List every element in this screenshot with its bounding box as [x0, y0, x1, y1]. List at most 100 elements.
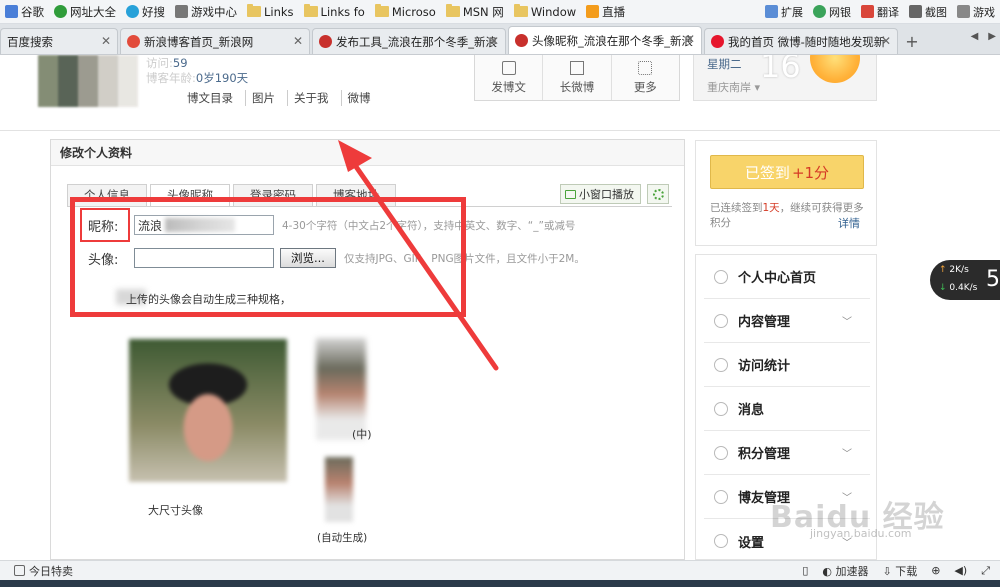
- extensions-button[interactable]: 扩展: [760, 2, 808, 22]
- side-item-stats[interactable]: 访问统计: [704, 343, 870, 387]
- header-tools: 发博文 长微博 更多: [474, 55, 680, 101]
- checkin-button[interactable]: 已签到 +1分: [710, 155, 864, 189]
- blog-age: 博客年龄:0岁190天: [146, 71, 249, 85]
- google-icon: [5, 5, 18, 18]
- bookmarks-bar: 谷歌 网址大全 好搜 游戏中心 Links Links fo Microso M…: [0, 0, 1000, 24]
- images-link[interactable]: 图片: [245, 90, 275, 106]
- cart-icon: [14, 565, 25, 576]
- bookmark-folder-windows[interactable]: Window: [509, 2, 581, 22]
- games-button[interactable]: 游戏: [952, 2, 1000, 22]
- screenshot-button[interactable]: 截图: [904, 2, 952, 22]
- blog-header: 访问:59 博客年龄:0岁190天 博文目录 图片 关于我 微博 发博文 长微博…: [0, 55, 1000, 131]
- checkin-detail-link[interactable]: 详情: [838, 215, 860, 231]
- speed-badge: 5: [986, 267, 1000, 292]
- bookmark-live[interactable]: 直播: [581, 2, 630, 22]
- user-icon: [714, 401, 728, 416]
- blurred-avatar: [38, 55, 138, 107]
- folder-icon: [445, 4, 460, 17]
- panel-title: 修改个人资料: [51, 140, 684, 166]
- checkin-card: 已签到 +1分 已连续签到1天，继续可获得更多积分 详情: [695, 140, 877, 246]
- network-speed-widget[interactable]: ↑ 2K/s ↓ 0.4K/s 5: [930, 260, 1000, 300]
- scissors-icon: [909, 5, 922, 18]
- about-me-link[interactable]: 关于我: [287, 90, 329, 106]
- phone-icon[interactable]: ▯: [802, 564, 808, 577]
- bookmark-folder-msn[interactable]: MSN 网: [441, 2, 509, 22]
- online-bank-button[interactable]: 网银: [808, 2, 856, 22]
- folder-icon: [247, 4, 261, 17]
- bookmark-haosou[interactable]: 好搜: [121, 2, 170, 22]
- tab-sina-blog-home[interactable]: 新浪博客首页_新浪网 ✕: [120, 28, 310, 54]
- tab-avatar-nickname[interactable]: 头像昵称_流浪在那个冬季_新浪 ✕: [508, 26, 702, 54]
- small-avatar-caption: (自动生成): [317, 532, 368, 544]
- status-bar: 今日特卖 ▯ ◐ 加速器 ⇩ 下载 ⊕ ◀) ⤢: [0, 560, 1000, 580]
- folder-icon: [374, 4, 389, 17]
- weibo-icon: [711, 35, 724, 48]
- large-avatar-caption: 大尺寸头像: [148, 504, 203, 517]
- blog-posts-link[interactable]: 博文目录: [187, 90, 233, 106]
- sina-icon: [515, 34, 528, 47]
- zoom-icon[interactable]: ⊕: [931, 564, 940, 577]
- bookmark-folder-links-for[interactable]: Links fo: [299, 2, 370, 22]
- folder-icon: [303, 4, 318, 17]
- mini-window-button[interactable]: 小窗口播放: [560, 184, 641, 204]
- watermark-url: jingyan.baidu.com: [810, 527, 912, 540]
- bookmark-folder-links[interactable]: Links: [242, 2, 299, 22]
- bookmark-url-directory[interactable]: 网址大全: [49, 2, 121, 22]
- close-icon[interactable]: ✕: [489, 34, 499, 48]
- city-selector[interactable]: 重庆南岸 ▾: [707, 79, 760, 95]
- speaker-icon[interactable]: ◀): [954, 564, 967, 577]
- close-icon[interactable]: ✕: [685, 32, 695, 46]
- document-icon: [569, 61, 584, 75]
- search-icon: [126, 5, 139, 18]
- globe-icon: [54, 5, 67, 18]
- chevron-down-icon: ﹀: [842, 317, 852, 328]
- taskbar: [0, 580, 1000, 587]
- download-speed: ↓ 0.4K/s: [939, 283, 978, 293]
- side-item-content[interactable]: 内容管理 ﹀: [704, 299, 870, 343]
- chevron-down-icon: ﹀: [842, 449, 852, 460]
- translate-icon: [861, 5, 874, 18]
- write-post-button[interactable]: 发博文: [475, 55, 542, 100]
- sina-icon: [127, 35, 140, 48]
- user-icon: [714, 489, 728, 504]
- translate-button[interactable]: 翻译: [856, 2, 904, 22]
- target-icon: [714, 445, 728, 460]
- tab-baidu-search[interactable]: 百度搜索 ✕: [0, 28, 118, 54]
- side-item-home[interactable]: 个人中心首页: [704, 255, 870, 299]
- grid-icon: [638, 61, 653, 75]
- sina-icon: [319, 35, 332, 48]
- tab-scroll-right-icon[interactable]: ▶: [988, 31, 996, 42]
- weekday: 星期二: [707, 57, 742, 71]
- daily-deals[interactable]: 今日特卖: [0, 563, 73, 579]
- side-item-points[interactable]: 积分管理 ﹀: [704, 431, 870, 475]
- gamepad-icon: [957, 5, 970, 18]
- side-item-messages[interactable]: 消息: [704, 387, 870, 431]
- medium-avatar-caption: (中): [352, 428, 372, 441]
- small-avatar-preview: [325, 457, 353, 522]
- download-button[interactable]: ⇩ 下载: [882, 563, 917, 579]
- bookmark-google[interactable]: 谷歌: [0, 2, 49, 22]
- tab-publish-tools[interactable]: 发布工具_流浪在那个冬季_新浪 ✕: [312, 28, 506, 54]
- close-icon[interactable]: ✕: [293, 34, 303, 48]
- close-icon[interactable]: ✕: [101, 34, 111, 48]
- expand-icon[interactable]: ⤢: [981, 564, 990, 578]
- close-icon[interactable]: ✕: [881, 34, 891, 48]
- accelerator-button[interactable]: ◐ 加速器: [822, 563, 868, 579]
- long-weibo-button[interactable]: 长微博: [542, 55, 610, 100]
- more-button[interactable]: 更多: [610, 55, 679, 100]
- bookmark-game-center[interactable]: 游戏中心: [170, 2, 242, 22]
- new-tab-button[interactable]: +: [900, 28, 924, 54]
- upload-speed: ↑ 2K/s: [939, 265, 969, 275]
- tv-icon: [565, 189, 576, 199]
- folder-icon: [513, 4, 528, 17]
- tab-weibo-home[interactable]: 我的首页 微博-随时随地发现新 ✕: [704, 28, 898, 54]
- settings-button[interactable]: [647, 184, 669, 204]
- tab-scroll-left-icon[interactable]: ◀: [971, 31, 979, 42]
- arrow-down-icon: ↓: [939, 283, 947, 293]
- weather-widget: 星期二 重庆南岸 ▾ 16: [693, 55, 877, 101]
- gear-icon: [652, 188, 664, 200]
- bookmark-folder-microsoft[interactable]: Microso: [370, 2, 441, 22]
- weibo-link[interactable]: 微博: [340, 90, 371, 106]
- extensions-icon: [765, 5, 778, 18]
- tab-bar: 百度搜索 ✕ 新浪博客首页_新浪网 ✕ 发布工具_流浪在那个冬季_新浪 ✕ 头像昵称_…: [0, 24, 1000, 55]
